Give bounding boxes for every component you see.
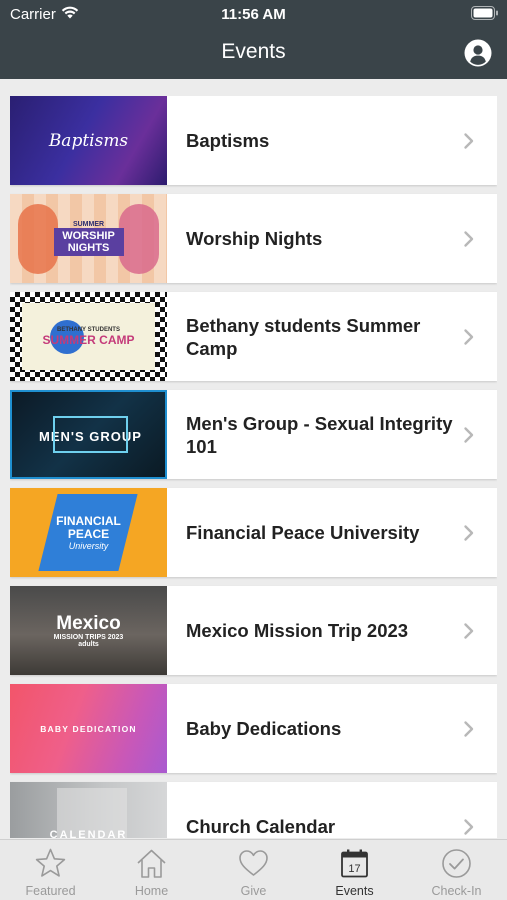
event-thumbnail: Baptisms (10, 96, 167, 185)
event-title: Bethany students Summer Camp (186, 314, 421, 359)
event-title: Financial Peace University (186, 522, 420, 543)
tab-label: Featured (25, 884, 76, 898)
chevron-right-icon (464, 819, 474, 835)
thumbnail-text: WORSHIP NIGHTS (53, 228, 124, 256)
thumbnail-small-text-2: adults (78, 640, 99, 648)
tab-label: Home (134, 884, 169, 898)
tab-featured[interactable]: Featured (0, 840, 101, 900)
event-row-financial-peace[interactable]: FINANCIAL PEACE University Financial Pea… (10, 488, 497, 577)
tab-events[interactable]: 17 Events (304, 840, 405, 900)
chevron-right-icon (464, 133, 474, 149)
event-title: Baby Dedications (186, 718, 342, 739)
chevron-right-icon (464, 427, 474, 443)
event-row-mexico-trip[interactable]: Mexico MISSION TRIPS 2023 adults Mexico … (10, 586, 497, 675)
event-thumbnail: Mexico MISSION TRIPS 2023 adults (10, 586, 167, 675)
thumbnail-text: CALENDAR (49, 828, 128, 839)
thumbnail-text-group: SUMMER WORSHIP NIGHTS (10, 194, 167, 283)
chevron-right-icon (464, 721, 474, 737)
tab-give[interactable]: Give (203, 840, 304, 900)
calendar-icon-date: 17 (348, 863, 360, 875)
event-title: Church Calendar (186, 816, 336, 837)
profile-icon[interactable] (464, 39, 492, 67)
event-title: Worship Nights (186, 228, 323, 249)
thumbnail-text-group: FINANCIAL PEACE University (10, 488, 167, 577)
thumbnail-text: FINANCIAL PEACE (56, 513, 121, 541)
event-thumbnail: BABY DEDICATION (10, 684, 167, 773)
thumbnail-small-text: University (68, 540, 109, 551)
event-row-summer-camp[interactable]: BETHANY STUDENTS SUMMER CAMP Bethany stu… (10, 292, 497, 381)
event-thumbnail: CALENDAR (10, 782, 167, 838)
thumbnail-text: BABY DEDICATION (40, 723, 137, 734)
heart-icon (239, 850, 268, 876)
event-title: Baptisms (186, 130, 270, 151)
event-row-baby-dedications[interactable]: BABY DEDICATION Baby Dedications (10, 684, 497, 773)
thumbnail-frame (53, 416, 128, 453)
chevron-right-icon (464, 231, 474, 247)
chevron-right-icon (464, 525, 474, 541)
event-title: Men's Group - Sexual Integrity 101 (186, 412, 453, 457)
event-thumbnail: FINANCIAL PEACE University (10, 488, 167, 577)
status-time: 11:56 AM (221, 6, 286, 23)
battery-icon (471, 6, 498, 20)
calendar-icon: 17 (341, 849, 368, 878)
events-list: Baptisms Baptisms SUMMER WORSHIP NIGHTS … (10, 96, 497, 838)
event-thumbnail: MEN'S GROUP (10, 390, 167, 479)
thumbnail-small-text: MISSION TRIPS 2023 (53, 633, 124, 641)
tab-label: Events (335, 884, 374, 898)
thumbnail-text: Baptisms (48, 130, 129, 151)
star-icon (35, 848, 66, 877)
event-row-worship-nights[interactable]: SUMMER WORSHIP NIGHTS Worship Nights (10, 194, 497, 283)
thumbnail-text: Mexico (56, 612, 121, 634)
thumbnail-text-group: Mexico MISSION TRIPS 2023 adults (10, 586, 167, 675)
chevron-right-icon (464, 623, 474, 639)
event-row-baptisms[interactable]: Baptisms Baptisms (10, 96, 497, 185)
event-thumbnail: SUMMER WORSHIP NIGHTS (10, 194, 167, 283)
status-bar: Carrier 11:56 AM (0, 0, 507, 28)
event-title: Mexico Mission Trip 2023 (186, 620, 409, 641)
tab-bar: Featured Home Give 17 Events Check-In (0, 839, 507, 900)
tab-check-in[interactable]: Check-In (406, 840, 507, 900)
nav-header: Carrier 11:56 AM Events (0, 0, 507, 79)
thumbnail-text-group: BETHANY STUDENTS SUMMER CAMP (10, 292, 167, 381)
event-thumbnail: BETHANY STUDENTS SUMMER CAMP (10, 292, 167, 381)
event-row-church-calendar[interactable]: CALENDAR Church Calendar (10, 782, 497, 838)
tab-label: Check-In (431, 884, 482, 898)
check-circle-icon (442, 849, 471, 878)
thumbnail-text: SUMMER CAMP (42, 332, 135, 347)
home-icon (137, 849, 166, 878)
page-title: Events (221, 40, 286, 63)
tab-home[interactable]: Home (101, 840, 202, 900)
event-row-mens-group[interactable]: MEN'S GROUP Men's Group - Sexual Integri… (10, 390, 497, 479)
chevron-right-icon (464, 329, 474, 345)
thumbnail-small-text: SUMMER (72, 221, 105, 228)
tab-label: Give (240, 884, 267, 898)
